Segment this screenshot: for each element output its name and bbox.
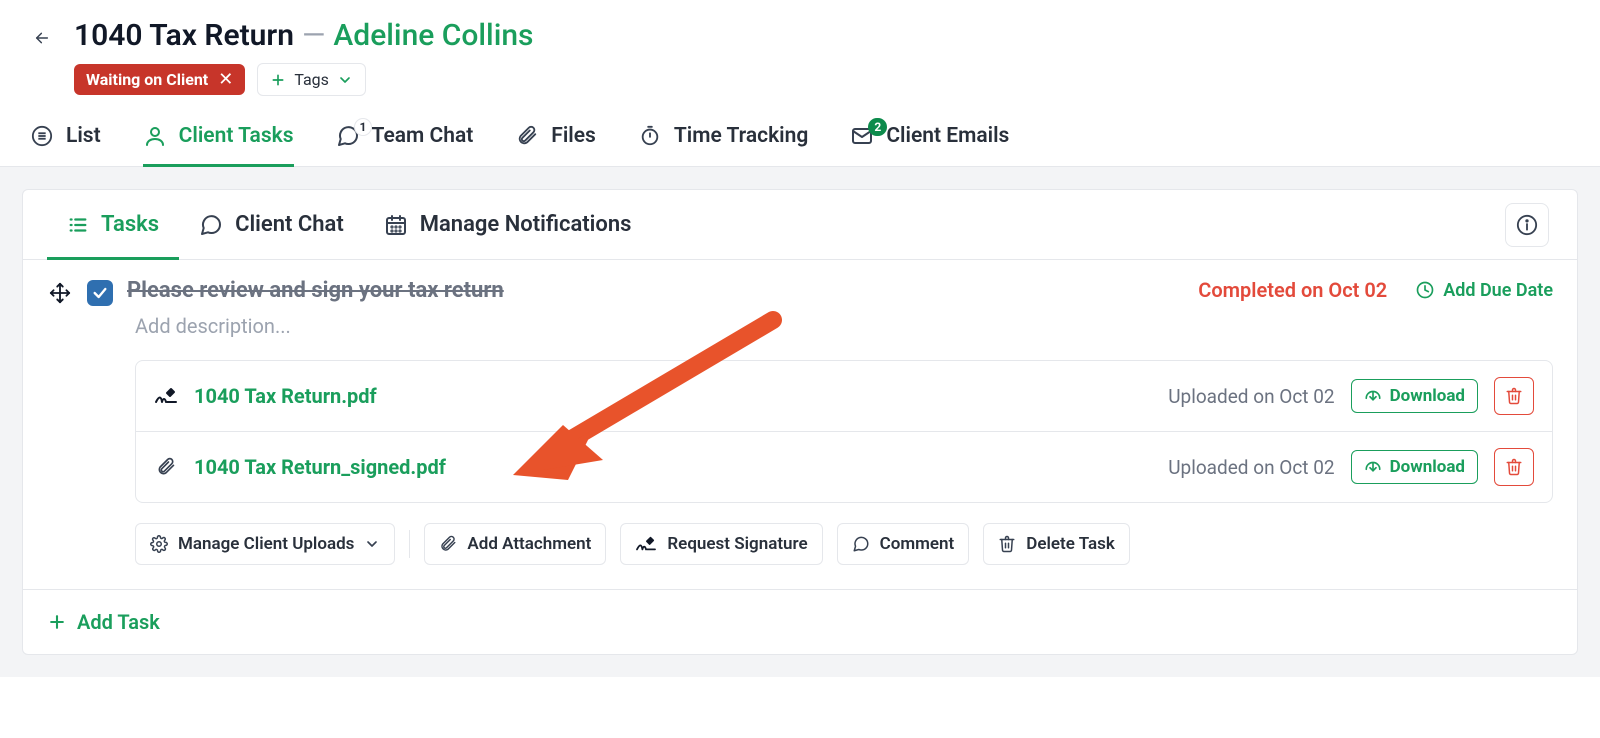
project-title: 1040 Tax Return	[74, 18, 294, 53]
plus-icon	[47, 612, 67, 632]
person-icon	[143, 124, 167, 148]
chat-icon	[199, 213, 223, 237]
tab-team-chat[interactable]: 1 Team Chat	[336, 124, 474, 166]
trash-icon	[1505, 387, 1523, 405]
attachment-name[interactable]: 1040 Tax Return_signed.pdf	[194, 455, 446, 479]
task-completed-label: Completed on Oct 02	[1198, 278, 1387, 302]
download-label: Download	[1390, 386, 1465, 406]
trash-icon	[1505, 458, 1523, 476]
download-label: Download	[1390, 457, 1465, 477]
status-chip-label: Waiting on Client	[86, 70, 208, 89]
info-icon	[1516, 214, 1538, 236]
add-tags-button[interactable]: Tags	[257, 63, 366, 96]
subtab-manage-notifications[interactable]: Manage Notifications	[364, 190, 652, 259]
tab-badge: 1	[354, 118, 373, 136]
subtab-label: Tasks	[101, 212, 159, 237]
list-icon	[30, 124, 54, 148]
add-task-button[interactable]: Add Task	[23, 589, 1577, 654]
delete-attachment-button[interactable]	[1494, 377, 1534, 415]
tab-label: Team Chat	[372, 124, 474, 148]
tab-badge: 2	[868, 118, 887, 136]
request-signature-button[interactable]: Request Signature	[620, 523, 822, 565]
tags-label: Tags	[294, 70, 329, 89]
client-name[interactable]: Adeline Collins	[333, 18, 533, 53]
button-label: Delete Task	[1026, 534, 1115, 554]
chat-icon	[852, 535, 870, 553]
list-icon	[67, 214, 89, 236]
subtab-tasks[interactable]: Tasks	[47, 190, 179, 259]
delete-attachment-button[interactable]	[1494, 448, 1534, 486]
subtab-label: Manage Notifications	[420, 212, 632, 237]
task-title[interactable]: Please review and sign your tax return	[127, 278, 504, 303]
tab-time-tracking[interactable]: Time Tracking	[638, 124, 808, 166]
add-attachment-button[interactable]: Add Attachment	[424, 523, 606, 565]
signature-icon	[635, 535, 657, 553]
paperclip-icon	[439, 535, 457, 553]
paperclip-icon	[154, 455, 178, 479]
check-icon	[92, 285, 108, 301]
button-label: Add Attachment	[467, 534, 591, 554]
gear-icon	[150, 535, 168, 553]
tab-label: List	[66, 124, 101, 148]
move-icon	[49, 282, 71, 304]
delete-task-button[interactable]: Delete Task	[983, 523, 1130, 565]
add-due-date-button[interactable]: Add Due Date	[1415, 280, 1553, 301]
separator	[409, 530, 410, 558]
attachment-list: 1040 Tax Return.pdf Uploaded on Oct 02 D…	[135, 360, 1553, 503]
tab-files[interactable]: Files	[515, 124, 596, 166]
task-description-input[interactable]: Add description...	[135, 314, 1553, 338]
signature-icon	[154, 384, 178, 408]
comment-button[interactable]: Comment	[837, 523, 970, 565]
attachment-date: Uploaded on Oct 02	[1168, 456, 1334, 479]
task-item: Please review and sign your tax return C…	[23, 260, 1577, 589]
task-action-bar: Manage Client Uploads Add Attachment Req…	[135, 523, 1553, 565]
download-button[interactable]: Download	[1351, 379, 1478, 413]
chevron-down-icon	[364, 536, 380, 552]
button-label: Manage Client Uploads	[178, 534, 354, 554]
subtab-client-chat[interactable]: Client Chat	[179, 190, 364, 259]
clock-icon	[1415, 280, 1435, 300]
download-icon	[1364, 458, 1382, 476]
sub-tab-bar: Tasks Client Chat Manage Notifications	[23, 190, 1577, 260]
page-title: 1040 Tax Return — Adeline Collins	[74, 18, 533, 53]
calendar-icon	[384, 213, 408, 237]
add-due-label: Add Due Date	[1443, 280, 1553, 301]
status-chip[interactable]: Waiting on Client ✕	[74, 64, 245, 95]
paperclip-icon	[515, 124, 539, 148]
plus-icon	[270, 72, 286, 88]
tab-label: Files	[551, 124, 596, 148]
chevron-down-icon	[337, 72, 353, 88]
attachment-date: Uploaded on Oct 02	[1168, 385, 1334, 408]
arrow-left-icon	[34, 26, 50, 50]
trash-icon	[998, 535, 1016, 553]
tab-list[interactable]: List	[30, 124, 101, 166]
attachment-row: 1040 Tax Return_signed.pdf Uploaded on O…	[136, 431, 1552, 502]
button-label: Request Signature	[667, 534, 807, 554]
attachment-row: 1040 Tax Return.pdf Uploaded on Oct 02 D…	[136, 361, 1552, 431]
stopwatch-icon	[638, 124, 662, 148]
title-separator: —	[302, 18, 325, 53]
button-label: Comment	[880, 534, 955, 554]
info-button[interactable]	[1505, 203, 1549, 247]
back-button[interactable]	[28, 24, 56, 52]
attachment-name[interactable]: 1040 Tax Return.pdf	[194, 384, 377, 408]
task-checkbox[interactable]	[87, 280, 113, 306]
close-icon[interactable]: ✕	[218, 71, 233, 89]
main-tab-bar: List Client Tasks 1 Team Chat Files Ti	[0, 96, 1600, 167]
download-icon	[1364, 387, 1382, 405]
tab-label: Client Tasks	[179, 124, 294, 148]
tab-label: Client Emails	[886, 124, 1009, 148]
download-button[interactable]: Download	[1351, 450, 1478, 484]
subtab-label: Client Chat	[235, 212, 344, 237]
tab-client-emails[interactable]: 2 Client Emails	[850, 124, 1009, 166]
tab-client-tasks[interactable]: Client Tasks	[143, 124, 294, 166]
drag-handle[interactable]	[47, 280, 73, 306]
tab-label: Time Tracking	[674, 124, 808, 148]
add-task-label: Add Task	[77, 610, 160, 634]
manage-client-uploads-button[interactable]: Manage Client Uploads	[135, 523, 395, 565]
